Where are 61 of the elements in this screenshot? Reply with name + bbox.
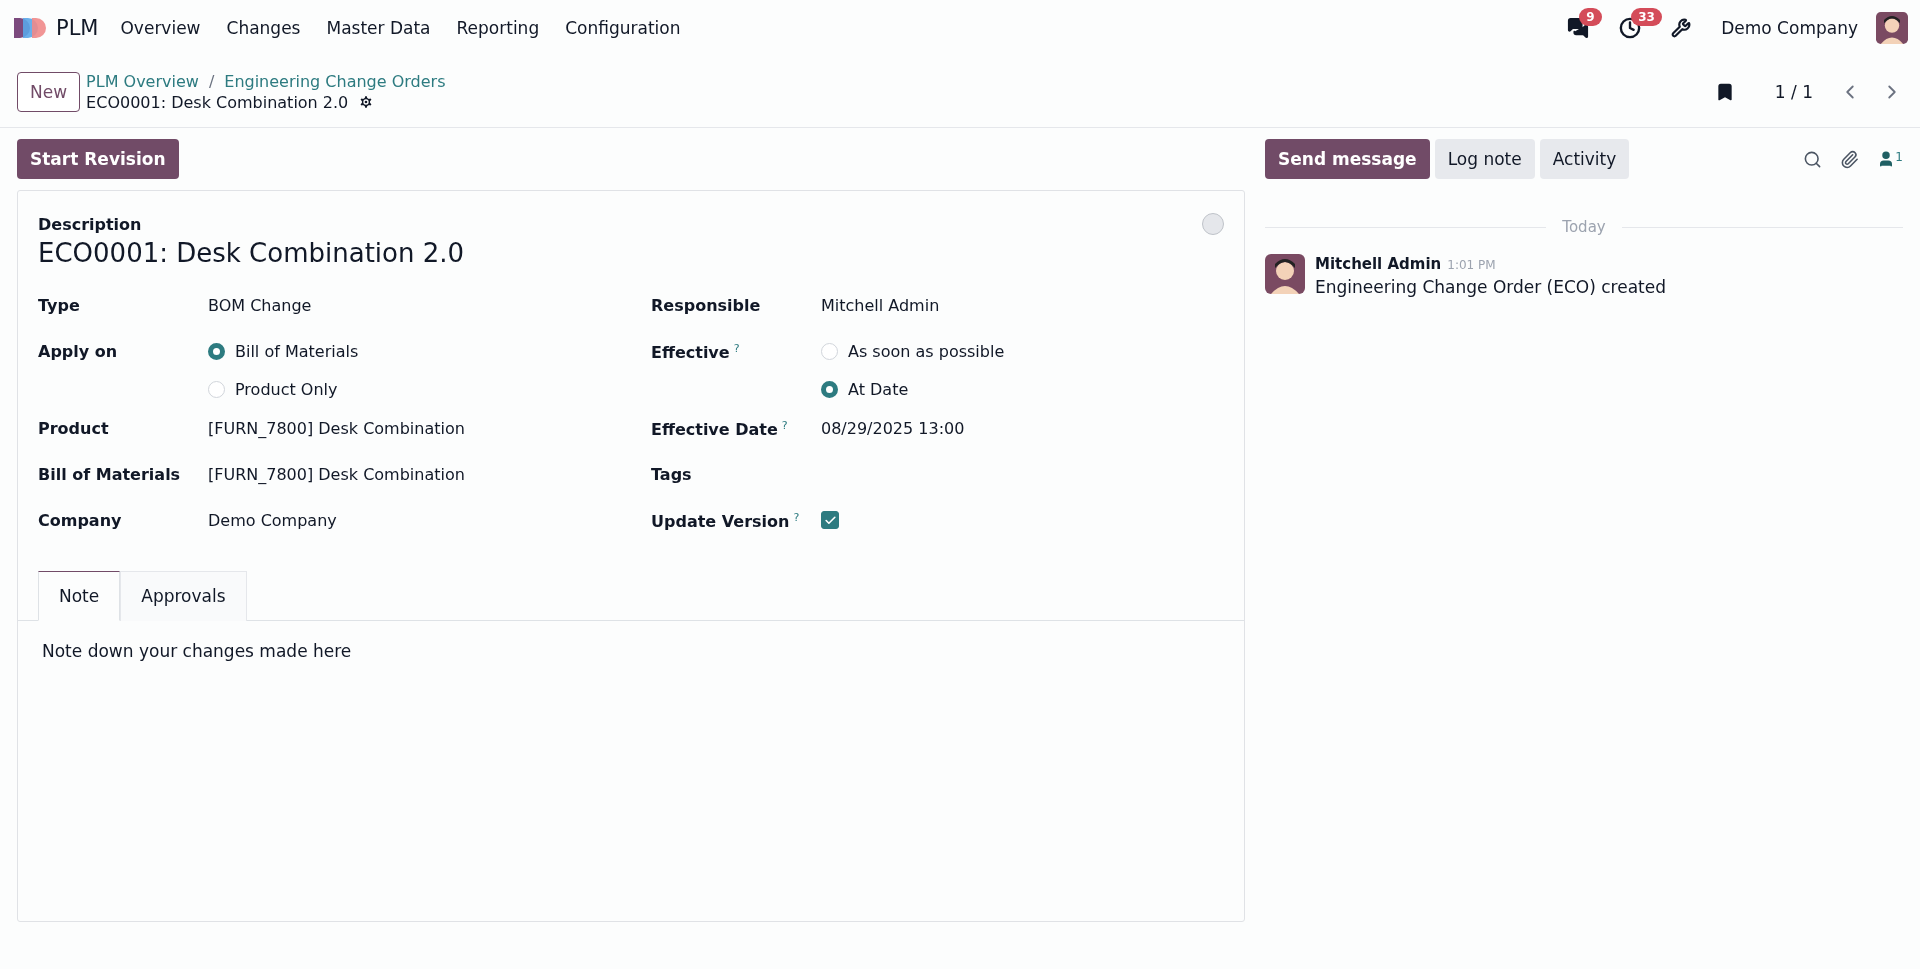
checkbox[interactable]	[821, 511, 839, 529]
tools-icon[interactable]	[1671, 17, 1692, 38]
field-value: 08/29/2025 13:00	[821, 419, 966, 438]
start-revision-button[interactable]: Start Revision	[17, 139, 179, 179]
radio-button[interactable]	[208, 343, 225, 360]
field-label: Bill of Materials	[38, 465, 182, 484]
field-value: Demo Company	[208, 511, 338, 530]
count-badge: 33	[1631, 7, 1662, 26]
tab[interactable]: Approvals	[120, 571, 247, 621]
settings-icon[interactable]	[358, 94, 375, 110]
field-label: Effective Date $^{?}$	[651, 419, 789, 440]
count-badge: 9	[1579, 7, 1602, 26]
breadcrumb-link[interactable]: PLM Overview	[86, 71, 199, 91]
field-label: Update Version $^{?}$	[651, 511, 801, 532]
field-label: Tags	[651, 465, 693, 484]
followers-button[interactable]: 1	[1877, 150, 1903, 168]
field-value: BOM Change	[208, 296, 313, 315]
field-label: Description	[38, 215, 142, 234]
menu-item[interactable]: Reporting	[456, 17, 540, 38]
note-placeholder[interactable]: Note down your changes made here	[42, 641, 352, 661]
record-title: ECO0001: Desk Combination 2.0	[38, 238, 466, 268]
new-button[interactable]: New	[17, 71, 81, 112]
radio-label: Bill of Materials	[235, 342, 359, 361]
paperclip-icon[interactable]	[1840, 149, 1860, 169]
field-value: [FURN_7800] Desk Combination	[208, 419, 466, 438]
avatar-icon	[1265, 254, 1305, 294]
field-value: Mitchell Admin	[821, 296, 941, 315]
radio-button[interactable]	[821, 381, 838, 398]
menu-item[interactable]: Overview	[120, 17, 201, 38]
message-author: Mitchell Admin	[1315, 255, 1442, 273]
check-icon	[823, 513, 837, 527]
radio-label: As soon as possible	[848, 342, 1005, 361]
field-label: Company	[38, 511, 123, 530]
message-time: 1:01 PM	[1447, 258, 1496, 272]
chatter-button[interactable]: Activity	[1539, 139, 1630, 179]
chatter-button[interactable]: Log note	[1434, 139, 1535, 179]
radio-label: At Date	[848, 380, 909, 399]
avatar-icon	[1876, 11, 1908, 44]
radio-label: Product Only	[235, 380, 338, 399]
field-label: Effective $^{?}$	[651, 342, 741, 363]
menu-item[interactable]: Changes	[226, 17, 301, 38]
field-label: Apply on	[38, 342, 119, 361]
field-label: Responsible	[651, 296, 762, 315]
record-title: ECO0001: Desk Combination 2.0	[86, 92, 349, 112]
field-value: [FURN_7800] Desk Combination	[208, 465, 466, 484]
menu-item[interactable]: Configuration	[565, 17, 681, 38]
chatter-button[interactable]: Send message	[1265, 139, 1430, 179]
breadcrumb-separator: /	[208, 71, 215, 91]
pager-value: 1 / 1	[1774, 81, 1813, 102]
search-icon[interactable]	[1803, 149, 1823, 169]
tab[interactable]: Note	[38, 571, 121, 621]
field-label: Product	[38, 419, 110, 438]
company-name[interactable]: Demo Company	[1721, 17, 1858, 38]
breadcrumb-link[interactable]: Engineering Change Orders	[224, 71, 446, 91]
date-separator: Today	[1562, 218, 1606, 236]
app-logo-icon	[12, 15, 46, 40]
status-dot[interactable]	[1202, 213, 1224, 235]
message-body: Engineering Change Order (ECO) created	[1315, 277, 1667, 297]
app-name[interactable]: PLM	[56, 15, 99, 40]
menu-item[interactable]: Master Data	[326, 17, 431, 38]
field-label: Type	[38, 296, 81, 315]
